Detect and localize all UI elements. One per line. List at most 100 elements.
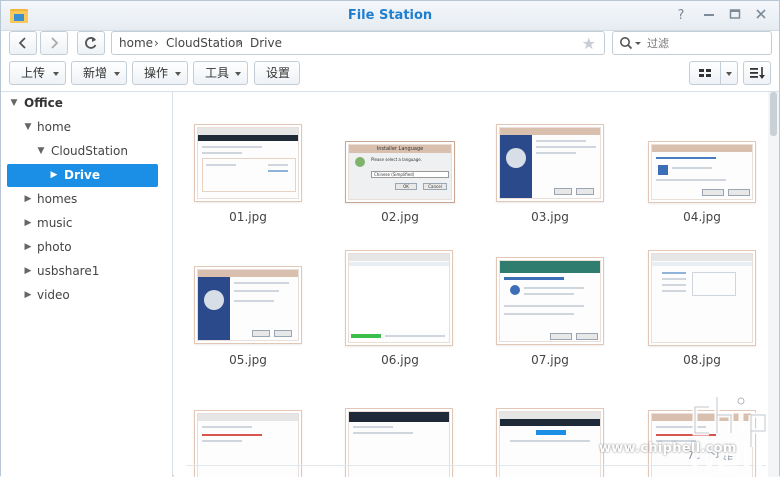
tree-item-label: CloudStation [51,144,128,158]
thumbnail-preview [499,411,601,477]
tree-item-label: usbshare1 [37,264,100,278]
create-button-label: 新增 [83,66,108,80]
breadcrumb-drive[interactable]: Drive [250,36,282,50]
back-button[interactable] [9,31,37,55]
filter-box[interactable] [612,31,772,55]
navigation-bar: home › CloudStation › Drive ★ [1,31,779,58]
file-name[interactable]: 04.jpg [642,210,762,224]
breadcrumb-separator: › [237,36,242,50]
collapse-arrow-icon[interactable]: ▶ [23,236,33,259]
tree-item-label: music [37,216,73,230]
sort-button[interactable] [743,61,771,85]
tree-item-photo[interactable]: ▶ photo [7,236,158,259]
file-thumbnail[interactable] [496,257,604,345]
file-thumbnail[interactable] [496,124,604,202]
file-thumbnail[interactable]: Installer Language Please select a langu… [345,141,455,203]
file-thumbnail[interactable] [194,266,302,344]
action-button[interactable]: 操作 [132,61,188,85]
preview-cancel: Cancel [423,183,447,190]
tree-item-home[interactable]: ▼ home [7,116,158,139]
path-bar[interactable]: home › CloudStation › Drive ★ [111,31,605,55]
file-name[interactable]: 03.jpg [490,210,610,224]
chiphell-watermark-logo [692,397,768,474]
chevron-right-icon [51,37,59,49]
file-thumbnail[interactable] [194,410,302,477]
tree-item-usbshare1[interactable]: ▶ usbshare1 [7,260,158,283]
breadcrumb-home[interactable]: home [119,36,153,50]
breadcrumb-separator: › [154,36,159,50]
tree-item-label: Drive [64,168,100,182]
file-thumbnail[interactable] [345,408,453,477]
tree-item-video[interactable]: ▶ video [7,284,158,307]
tree-item-cloudstation[interactable]: ▼ CloudStation [7,140,158,163]
collapse-arrow-icon[interactable]: ▶ [23,188,33,211]
thumbnail-preview [197,269,299,341]
file-thumbnail[interactable] [496,408,604,477]
refresh-icon [85,37,97,49]
thumbnail-preview [348,411,450,477]
close-icon[interactable] [753,8,769,24]
thumbnail-preview [499,260,601,342]
folder-tree: ▼ Office ▼ home ▼ CloudStation ▶ Drive ▶… [1,92,173,477]
search-icon[interactable] [619,36,643,51]
thumbnail-preview [197,127,299,199]
expand-arrow-icon[interactable]: ▼ [36,140,46,163]
view-mode-dropdown[interactable] [720,61,738,85]
settings-button-label: 设置 [266,66,291,80]
file-thumbnail[interactable] [345,250,453,346]
expand-arrow-icon[interactable]: ▼ [9,92,19,115]
chevron-down-icon [726,72,732,76]
expand-arrow-icon[interactable]: ▼ [23,116,33,139]
breadcrumb-cloudstation[interactable]: CloudStation [166,36,243,50]
collapse-arrow-icon[interactable]: ▶ [23,260,33,283]
file-name[interactable]: 06.jpg [340,353,460,367]
thumbnail-preview [651,253,753,343]
file-name[interactable]: 08.jpg [642,353,762,367]
minimize-icon[interactable] [701,8,717,24]
maximize-icon[interactable] [727,8,743,24]
chevron-left-icon [18,37,26,49]
grid-view-icon [699,69,711,77]
file-name[interactable]: 07.jpg [490,353,610,367]
settings-button[interactable]: 设置 [254,61,300,85]
collapse-arrow-icon[interactable]: ▶ [49,164,59,187]
action-toolbar: 上传 新增 操作 工具 设置 [1,61,779,88]
chevron-down-icon [53,72,59,76]
file-name[interactable]: 05.jpg [188,353,308,367]
tools-button[interactable]: 工具 [193,61,248,85]
file-name[interactable]: 01.jpg [188,210,308,224]
watermark-url: www.chiphell.com [599,441,737,456]
chevron-down-icon [235,72,241,76]
preview-dialog-title: Installer Language [349,145,451,153]
scrollbar-thumb[interactable] [770,92,777,136]
tree-item-label: homes [37,192,78,206]
tree-item-label: video [37,288,70,302]
tree-item-office[interactable]: ▼ Office [7,92,158,115]
tree-item-label: Office [24,96,63,110]
thumbnail-view-button[interactable] [689,61,721,85]
file-thumbnail[interactable] [648,250,756,346]
tree-item-label: photo [37,240,72,254]
file-name[interactable]: 02.jpg [340,210,460,224]
upload-button[interactable]: 上传 [9,61,66,85]
tree-item-music[interactable]: ▶ music [7,212,158,235]
thumbnail-preview [197,413,299,477]
help-icon[interactable]: ? [673,8,689,24]
tree-item-label: home [37,120,72,134]
collapse-arrow-icon[interactable]: ▶ [23,284,33,307]
preview-ok: OK [395,183,417,190]
collapse-arrow-icon[interactable]: ▶ [23,212,33,235]
tree-item-drive[interactable]: ▶ Drive [7,164,158,187]
create-button[interactable]: 新增 [71,61,127,85]
refresh-button[interactable] [77,31,105,55]
upload-button-label: 上传 [21,66,46,80]
thumbnail-preview: Installer Language Please select a langu… [348,144,452,200]
file-thumbnail[interactable] [194,124,302,202]
filter-input[interactable] [647,35,765,51]
tree-item-homes[interactable]: ▶ homes [7,188,158,211]
thumbnail-preview [348,253,450,343]
thumbnail-preview [499,127,601,199]
favorite-star-icon[interactable]: ★ [582,34,596,53]
file-thumbnail[interactable] [648,141,756,203]
forward-button[interactable] [40,31,68,55]
